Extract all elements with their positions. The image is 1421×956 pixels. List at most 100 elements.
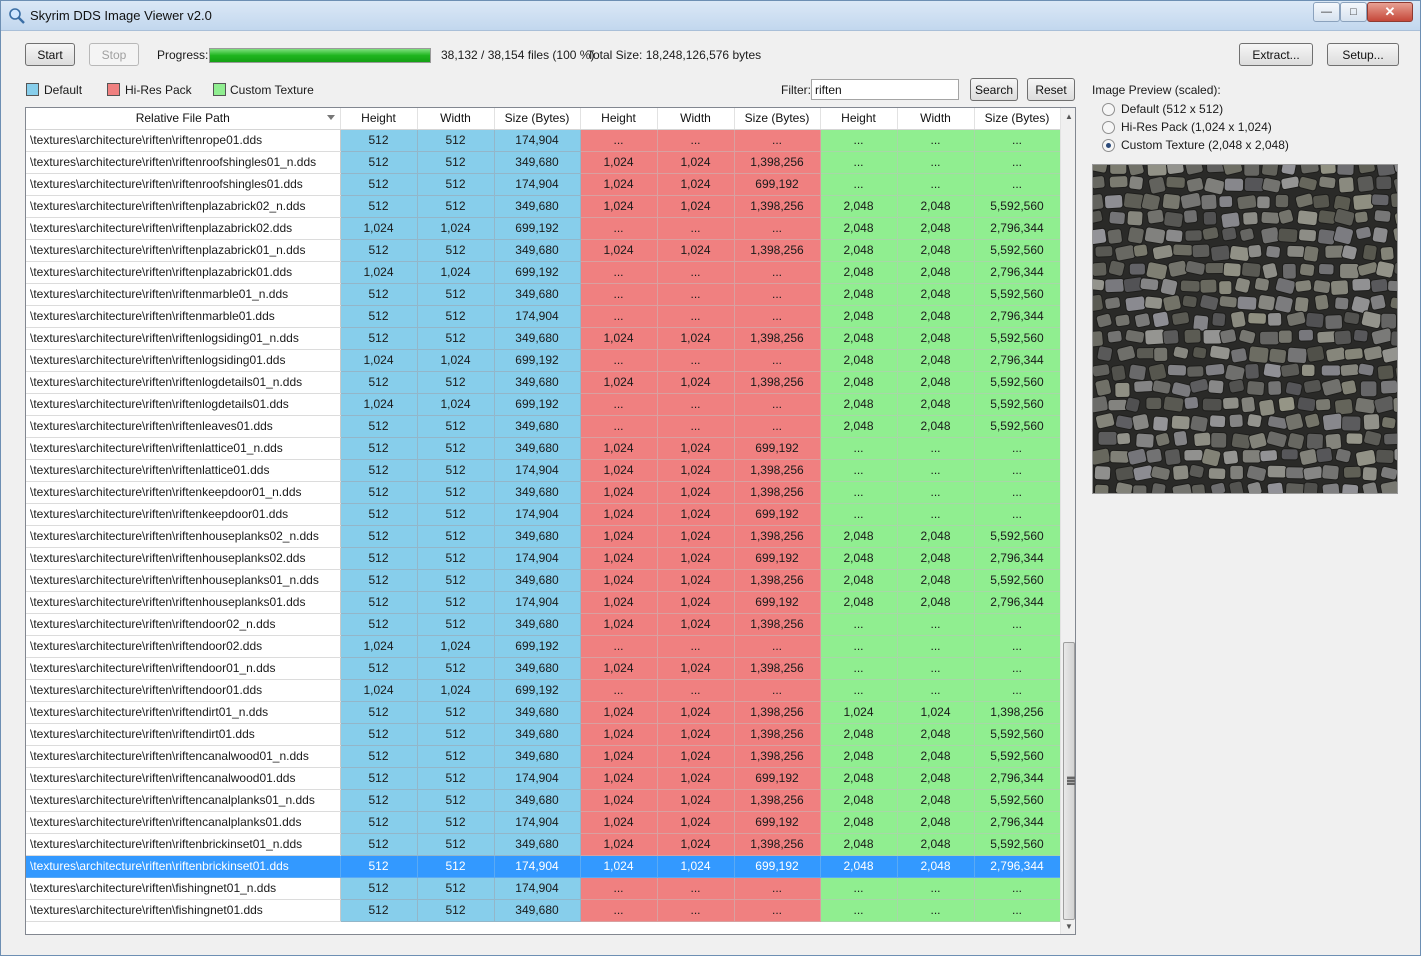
- table-row[interactable]: \textures\architecture\riften\riftenbric…: [26, 855, 1061, 878]
- maximize-button[interactable]: □: [1340, 2, 1367, 22]
- cell-hires-height: 1,024: [580, 151, 658, 174]
- cell-hires-width: 1,024: [657, 723, 735, 746]
- col-header-default-height[interactable]: Height: [340, 108, 418, 130]
- cell-hires-height: 1,024: [580, 701, 658, 724]
- table-row[interactable]: \textures\architecture\riften\riftendirt…: [26, 723, 1061, 746]
- minimize-button[interactable]: —: [1313, 2, 1340, 22]
- cell-custom-height: ...: [820, 173, 898, 196]
- texture-table: Relative File Path Height Width Size (By…: [26, 108, 1061, 922]
- table-row[interactable]: \textures\architecture\riften\riftenhous…: [26, 547, 1061, 570]
- table-row[interactable]: \textures\architecture\riften\riftenkeep…: [26, 481, 1061, 504]
- table-row[interactable]: \textures\architecture\riften\riftenlogd…: [26, 393, 1061, 416]
- table-row[interactable]: \textures\architecture\riften\riftenlogs…: [26, 349, 1061, 372]
- cell-default-height: 512: [340, 503, 418, 526]
- start-button[interactable]: Start: [25, 43, 75, 66]
- table-row[interactable]: \textures\architecture\riften\fishingnet…: [26, 899, 1061, 922]
- scroll-thumb[interactable]: ▬ ▬ ▬: [1063, 642, 1075, 920]
- table-row[interactable]: \textures\architecture\riften\riftenhous…: [26, 525, 1061, 548]
- cell-path: \textures\architecture\riften\riftencana…: [26, 789, 341, 812]
- cell-hires-width: 1,024: [657, 503, 735, 526]
- cell-hires-width: ...: [657, 877, 735, 900]
- close-button[interactable]: ✕: [1367, 2, 1413, 22]
- col-header-default-size[interactable]: Size (Bytes): [494, 108, 581, 130]
- table-row[interactable]: \textures\architecture\riften\riftenlogd…: [26, 371, 1061, 394]
- vertical-scrollbar[interactable]: ▲ ▬ ▬ ▬ ▼: [1060, 108, 1075, 934]
- table-row[interactable]: \textures\architecture\riften\riftendirt…: [26, 701, 1061, 724]
- cell-custom-height: ...: [820, 151, 898, 174]
- table-row[interactable]: \textures\architecture\riften\riftenplaz…: [26, 217, 1061, 240]
- table-row[interactable]: \textures\architecture\riften\riftenhous…: [26, 569, 1061, 592]
- col-header-default-width[interactable]: Width: [417, 108, 495, 130]
- col-header-hires-width[interactable]: Width: [657, 108, 735, 130]
- col-header-path[interactable]: Relative File Path: [26, 108, 341, 130]
- table-row[interactable]: \textures\architecture\riften\riftencana…: [26, 745, 1061, 768]
- cell-default-height: 512: [340, 415, 418, 438]
- col-header-hires-size[interactable]: Size (Bytes): [734, 108, 821, 130]
- radio-hires[interactable]: [1102, 121, 1115, 134]
- scroll-up-icon[interactable]: ▲: [1061, 108, 1075, 124]
- cell-default-width: 1,024: [417, 349, 495, 372]
- cell-hires-width: ...: [657, 635, 735, 658]
- table-row[interactable]: \textures\architecture\riften\riftendoor…: [26, 635, 1061, 658]
- table-row[interactable]: \textures\architecture\riften\riftenmarb…: [26, 305, 1061, 328]
- reset-button[interactable]: Reset: [1027, 78, 1075, 101]
- radio-custom[interactable]: [1102, 139, 1115, 152]
- table-row[interactable]: \textures\architecture\riften\riftenrope…: [26, 129, 1061, 152]
- cell-default-size: 349,680: [494, 327, 581, 350]
- magnifier-icon: [9, 8, 25, 24]
- table-row[interactable]: \textures\architecture\riften\riftendoor…: [26, 613, 1061, 636]
- table-row[interactable]: \textures\architecture\riften\riftendoor…: [26, 679, 1061, 702]
- cell-default-width: 512: [417, 855, 495, 878]
- cell-hires-size: ...: [734, 877, 821, 900]
- col-header-custom-width[interactable]: Width: [897, 108, 975, 130]
- table-row[interactable]: \textures\architecture\riften\riftencana…: [26, 767, 1061, 790]
- filter-label: Filter:: [781, 83, 811, 97]
- table-row[interactable]: \textures\architecture\riften\riftenplaz…: [26, 239, 1061, 262]
- table-row[interactable]: \textures\architecture\riften\riftencana…: [26, 811, 1061, 834]
- table-row[interactable]: \textures\architecture\riften\riftenleav…: [26, 415, 1061, 438]
- table-row[interactable]: \textures\architecture\riften\riftenbric…: [26, 833, 1061, 856]
- table-row[interactable]: \textures\architecture\riften\riftendoor…: [26, 657, 1061, 680]
- col-header-custom-height[interactable]: Height: [820, 108, 898, 130]
- table-row[interactable]: \textures\architecture\riften\fishingnet…: [26, 877, 1061, 900]
- cell-default-size: 349,680: [494, 415, 581, 438]
- table-row[interactable]: \textures\architecture\riften\riftenlogs…: [26, 327, 1061, 350]
- table-row[interactable]: \textures\architecture\riften\riftenmarb…: [26, 283, 1061, 306]
- cell-hires-width: 1,024: [657, 437, 735, 460]
- table-row[interactable]: \textures\architecture\riften\riftenroof…: [26, 151, 1061, 174]
- cell-default-width: 512: [417, 723, 495, 746]
- table-row[interactable]: \textures\architecture\riften\riftenplaz…: [26, 261, 1061, 284]
- cell-custom-width: 2,048: [897, 239, 975, 262]
- cell-custom-height: ...: [820, 459, 898, 482]
- search-button[interactable]: Search: [970, 78, 1018, 101]
- table-row[interactable]: \textures\architecture\riften\riftenkeep…: [26, 503, 1061, 526]
- grip-icon: ▬ ▬ ▬: [1067, 772, 1075, 787]
- filter-input[interactable]: [811, 79, 959, 100]
- title-bar[interactable]: Skyrim DDS Image Viewer v2.0 — □ ✕: [1, 1, 1420, 31]
- cell-default-width: 512: [417, 481, 495, 504]
- cell-default-width: 1,024: [417, 635, 495, 658]
- cell-default-size: 349,680: [494, 371, 581, 394]
- texture-grid[interactable]: Relative File Path Height Width Size (By…: [25, 107, 1076, 935]
- stop-button[interactable]: Stop: [89, 43, 139, 66]
- cell-hires-size: 1,398,256: [734, 745, 821, 768]
- setup-button[interactable]: Setup...: [1327, 43, 1399, 66]
- radio-default[interactable]: [1102, 103, 1115, 116]
- cell-custom-width: 2,048: [897, 811, 975, 834]
- table-row[interactable]: \textures\architecture\riften\riftenroof…: [26, 173, 1061, 196]
- col-header-hires-height[interactable]: Height: [580, 108, 658, 130]
- table-row[interactable]: \textures\architecture\riften\riftenplaz…: [26, 195, 1061, 218]
- extract-button[interactable]: Extract...: [1239, 43, 1313, 66]
- cell-default-size: 174,904: [494, 767, 581, 790]
- scroll-down-icon[interactable]: ▼: [1061, 918, 1075, 934]
- cell-custom-size: ...: [974, 613, 1061, 636]
- table-row[interactable]: \textures\architecture\riften\riftenhous…: [26, 591, 1061, 614]
- cell-default-width: 512: [417, 767, 495, 790]
- cell-default-size: 349,680: [494, 657, 581, 680]
- col-header-custom-size[interactable]: Size (Bytes): [974, 108, 1061, 130]
- cell-default-width: 512: [417, 877, 495, 900]
- table-row[interactable]: \textures\architecture\riften\riftenlatt…: [26, 459, 1061, 482]
- table-row[interactable]: \textures\architecture\riften\riftencana…: [26, 789, 1061, 812]
- table-row[interactable]: \textures\architecture\riften\riftenlatt…: [26, 437, 1061, 460]
- cell-default-width: 512: [417, 789, 495, 812]
